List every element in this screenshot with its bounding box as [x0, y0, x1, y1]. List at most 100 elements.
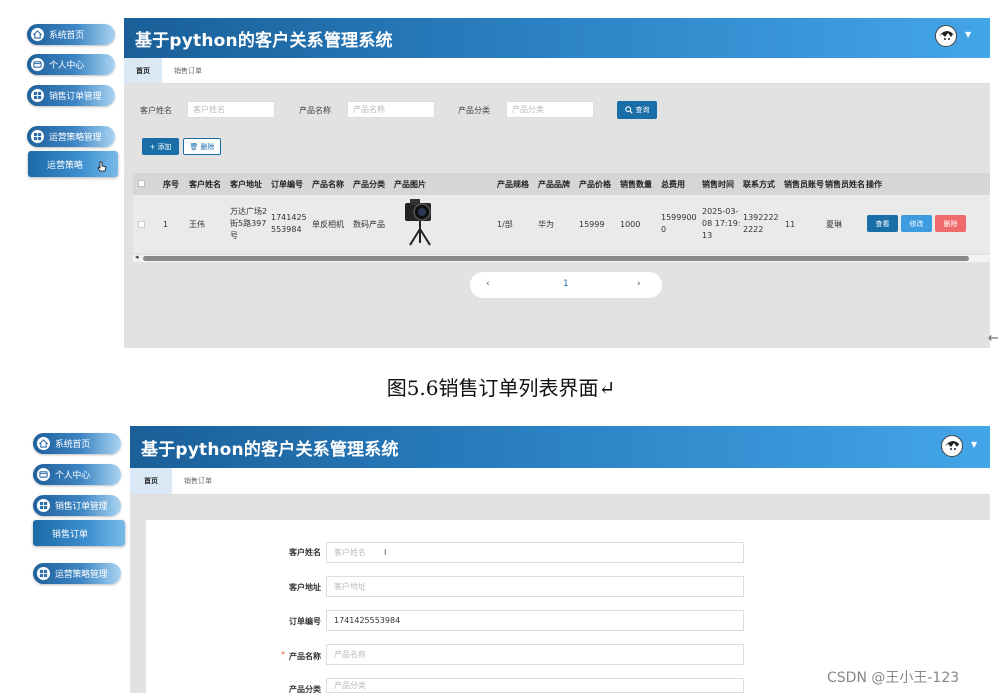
- product-name-field[interactable]: 产品名称: [326, 644, 744, 665]
- app-header: 基于python的客户关系管理系统: [124, 18, 990, 58]
- watermark: CSDN @王小王-123: [827, 670, 960, 686]
- column-header: 产品品牌: [538, 180, 570, 189]
- edit-button[interactable]: 修改: [901, 215, 932, 232]
- page-number-button[interactable]: 1: [563, 279, 569, 289]
- sidebar-item-orders[interactable]: 销售订单管理: [33, 495, 121, 516]
- profile-icon: [30, 57, 45, 72]
- horizontal-scrollbar[interactable]: ◂: [133, 253, 990, 262]
- column-header: 订单编号: [271, 180, 303, 189]
- figure-caption: 图5.6销售订单列表界面↵: [386, 376, 616, 400]
- tab-home[interactable]: 首页: [130, 468, 172, 494]
- column-header: 产品规格: [497, 180, 529, 189]
- sidebar-item-label: 销售订单管理: [49, 92, 102, 102]
- text-cursor-icon: I: [384, 548, 387, 557]
- arrow-left-icon: ←: [988, 331, 999, 346]
- chevron-down-icon[interactable]: ▼: [971, 440, 977, 449]
- cell-product: 单反相机: [312, 220, 344, 229]
- cell-spec: 1/部: [497, 220, 513, 229]
- row-checkbox[interactable]: [138, 221, 145, 228]
- add-button[interactable]: + 添加: [142, 138, 179, 155]
- column-header: 操作: [866, 180, 882, 189]
- tab-bar: 首页 销售订单: [124, 58, 990, 84]
- grid-icon: [36, 498, 51, 513]
- app-header: 基于python的客户关系管理系统: [130, 426, 990, 468]
- column-header: 产品图片: [394, 180, 426, 189]
- cell-seller-account: 11: [785, 220, 796, 229]
- scrollbar-thumb[interactable]: [143, 256, 969, 261]
- profile-icon: [36, 467, 51, 482]
- column-header: 总费用: [661, 180, 685, 189]
- cell-total: 15999000: [661, 213, 697, 234]
- sidebar-item-profile[interactable]: 个人中心: [33, 464, 121, 485]
- column-header: 序号: [163, 180, 179, 189]
- grid-icon: [30, 129, 45, 144]
- column-header: 销售时间: [702, 180, 734, 189]
- sidebar-item-label: 系统首页: [49, 31, 84, 41]
- app-title: 基于python的客户关系管理系统: [135, 30, 393, 51]
- avatar[interactable]: [935, 25, 957, 47]
- grid-icon: [36, 566, 51, 581]
- sidebar-item-label: 运营策略管理: [49, 133, 102, 143]
- filter-label-product: 产品名称: [299, 106, 331, 115]
- cell-order-no: 1741425553984: [271, 213, 307, 234]
- grid-icon: [30, 88, 45, 103]
- form-label-order-no: 订单编号: [289, 617, 321, 626]
- column-header: 销售数量: [620, 180, 652, 189]
- column-header: 客户地址: [230, 180, 262, 189]
- tab-sales-order[interactable]: 销售订单: [162, 58, 214, 83]
- query-button[interactable]: 查询: [617, 101, 657, 119]
- camera-product-image: [405, 199, 431, 246]
- customer-address-field[interactable]: 客户地址: [326, 576, 744, 597]
- column-header: 产品名称: [312, 180, 344, 189]
- filter-label-category: 产品分类: [458, 106, 490, 115]
- column-header: 产品分类: [353, 180, 385, 189]
- sidebar-item-strategy[interactable]: 运营策略管理: [33, 563, 121, 584]
- avatar[interactable]: [941, 435, 963, 457]
- view-button[interactable]: 查看: [867, 215, 898, 232]
- form-label-category: 产品分类: [289, 685, 321, 693]
- sidebar-subitem-order[interactable]: 销售订单: [33, 520, 125, 546]
- product-category-field[interactable]: 产品分类: [326, 678, 744, 693]
- sidebar-item-label: 个人中心: [49, 61, 84, 71]
- cell-time: 2025-03-08 17:19:13: [702, 207, 741, 240]
- next-page-button[interactable]: ›: [637, 279, 641, 289]
- product-name-input[interactable]: 产品名称: [347, 101, 435, 118]
- tab-home[interactable]: 首页: [124, 58, 162, 83]
- column-header: 产品价格: [579, 180, 611, 189]
- customer-name-field[interactable]: 客户姓名 I: [326, 542, 744, 563]
- select-all-checkbox[interactable]: [138, 180, 145, 187]
- cell-customer: 王伟: [189, 220, 205, 229]
- delete-batch-button[interactable]: 🗑 删除: [183, 138, 221, 155]
- sidebar-item-strategy[interactable]: 运营策略管理: [27, 126, 115, 147]
- cell-price: 15999: [579, 220, 605, 229]
- product-category-input[interactable]: 产品分类: [506, 101, 594, 118]
- customer-name-input[interactable]: 客户姓名: [187, 101, 275, 118]
- order-number-field[interactable]: 1741425553984: [326, 610, 744, 631]
- home-icon: [30, 27, 45, 42]
- delete-row-button[interactable]: 删除: [935, 215, 966, 232]
- form-label-address: 客户地址: [289, 583, 321, 592]
- column-header: 客户姓名: [189, 180, 221, 189]
- search-icon: [624, 106, 633, 114]
- cell-seller-name: 夏琳: [826, 220, 842, 229]
- sidebar-item-orders[interactable]: 销售订单管理: [27, 85, 115, 106]
- sidebar-subitem-strategy[interactable]: 运营策略: [28, 151, 118, 177]
- pointer-cursor-icon: [97, 161, 107, 172]
- scroll-left-icon[interactable]: ◂: [135, 253, 139, 261]
- chevron-down-icon[interactable]: ▼: [965, 30, 971, 39]
- cell-brand: 华为: [538, 220, 554, 229]
- cell-index: 1: [163, 220, 169, 229]
- prev-page-button[interactable]: ‹: [486, 279, 490, 289]
- column-header: 联系方式: [743, 180, 775, 189]
- cell-qty: 1000: [620, 220, 641, 229]
- column-header: 销售员姓名: [825, 180, 865, 189]
- sidebar-item-home[interactable]: 系统首页: [33, 433, 121, 454]
- sidebar-item-profile[interactable]: 个人中心: [27, 54, 115, 75]
- tab-bar: 首页 销售订单: [130, 468, 990, 495]
- app-title: 基于python的客户关系管理系统: [141, 439, 399, 460]
- trash-icon: 🗑: [189, 142, 199, 151]
- sidebar-item-home[interactable]: 系统首页: [27, 24, 115, 45]
- column-header: 销售员账号: [784, 180, 824, 189]
- tab-sales-order[interactable]: 销售订单: [172, 468, 224, 494]
- cell-address: 万达广场2街5路397号: [230, 207, 268, 240]
